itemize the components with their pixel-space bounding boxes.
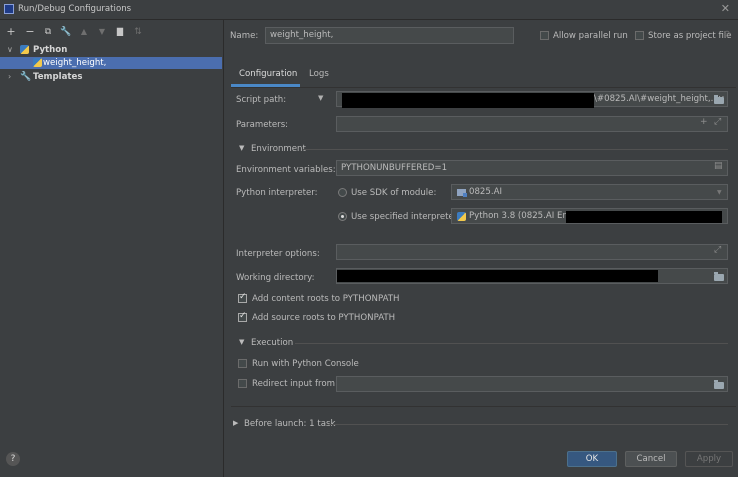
parameters-field[interactable]	[336, 116, 728, 132]
edit-env-icon[interactable]: ▤	[714, 161, 723, 171]
title-bar: Run/Debug Configurations ✕	[0, 0, 738, 20]
tree-python-group[interactable]: ∨ Python	[0, 44, 222, 56]
add-source-roots-label: Add source roots to PYTHONPATH	[252, 313, 396, 323]
sdk-module-value: 0825.AI	[469, 187, 503, 197]
dropdown-arrow-icon[interactable]: ▼	[318, 94, 323, 102]
add-content-roots-label: Add content roots to PYTHONPATH	[252, 294, 400, 304]
copy-icon[interactable]: ⧉	[42, 26, 54, 38]
interp-options-label: Interpreter options:	[236, 249, 320, 259]
before-launch-divider	[328, 424, 728, 425]
dropdown-arrow-icon[interactable]: ▼	[717, 189, 722, 196]
sdk-module-select[interactable]: 0825.AI	[451, 184, 728, 200]
name-field[interactable]: weight_height,	[265, 27, 514, 44]
folder-browse-icon[interactable]	[714, 380, 724, 389]
allow-parallel-checkbox[interactable]	[540, 31, 549, 40]
gear-icon[interactable]: ⚙	[723, 30, 731, 40]
parameters-label: Parameters:	[236, 120, 289, 130]
chevron-right-icon[interactable]: ▶	[233, 419, 238, 427]
redirect-input-checkbox[interactable]	[238, 379, 247, 388]
redaction-bar	[566, 211, 722, 223]
execution-section-title: Execution	[251, 338, 294, 348]
store-as-project-label: Store as project file	[648, 31, 732, 41]
app-icon	[4, 4, 14, 14]
tree-templates-group[interactable]: › 🔧 Templates	[0, 71, 222, 83]
use-specified-label: Use specified interpreter:	[351, 212, 461, 222]
chevron-down-icon[interactable]: ▼	[239, 338, 244, 346]
redaction-bar	[337, 270, 658, 282]
script-path-value: \#0825.AI\#weight_height,.py	[594, 94, 724, 104]
apply-button[interactable]: Apply	[685, 451, 733, 467]
environment-section-title: Environment	[251, 144, 306, 154]
chevron-down-icon[interactable]: ∨	[7, 44, 13, 56]
store-as-project-checkbox[interactable]	[635, 31, 644, 40]
run-with-console-checkbox[interactable]	[238, 359, 247, 368]
use-sdk-label: Use SDK of module:	[351, 188, 437, 198]
remove-icon[interactable]: −	[24, 26, 36, 38]
redirect-input-label: Redirect input from:	[252, 379, 338, 389]
folder-icon[interactable]: ▇	[114, 26, 126, 38]
add-parameter-icon[interactable]: +	[700, 117, 708, 127]
folder-browse-icon[interactable]	[714, 272, 724, 281]
use-sdk-radio[interactable]	[338, 188, 347, 197]
env-vars-label: Environment variables:	[236, 165, 336, 175]
chevron-down-icon[interactable]: ▼	[239, 144, 244, 152]
move-down-icon[interactable]: ▼	[96, 26, 108, 38]
before-launch-top-divider	[231, 406, 736, 407]
tree-python-label: Python	[33, 45, 68, 55]
move-up-icon[interactable]: ▲	[78, 26, 90, 38]
env-vars-value: PYTHONUNBUFFERED=1	[341, 163, 448, 173]
tab-logs[interactable]: Logs	[309, 69, 329, 79]
add-icon[interactable]: +	[5, 26, 17, 38]
tree-item-label: weight_height,	[43, 58, 107, 68]
module-icon	[457, 189, 467, 197]
wrench-icon: 🔧	[20, 72, 32, 82]
redirect-input-field[interactable]	[336, 376, 728, 392]
tree-templates-label: Templates	[33, 72, 83, 82]
ok-button[interactable]: OK	[567, 451, 617, 467]
execution-divider	[295, 343, 728, 344]
interpreter-value: Python 3.8 (0825.AI Env)	[469, 211, 577, 221]
name-label: Name:	[230, 31, 259, 41]
run-with-console-label: Run with Python Console	[252, 359, 359, 369]
python-icon	[457, 212, 466, 221]
python-file-icon	[33, 58, 42, 67]
python-icon	[20, 45, 29, 54]
before-launch-label[interactable]: Before launch: 1 task	[244, 419, 335, 429]
redaction-bar	[342, 93, 594, 108]
help-button[interactable]: ?	[6, 452, 20, 466]
allow-parallel-label: Allow parallel run	[553, 31, 628, 41]
working-dir-label: Working directory:	[236, 273, 315, 283]
folder-browse-icon[interactable]	[714, 95, 724, 104]
expand-icon[interactable]: ⤢	[714, 117, 721, 127]
use-specified-radio[interactable]	[338, 212, 347, 221]
chevron-right-icon[interactable]: ›	[8, 71, 11, 83]
env-vars-field[interactable]: PYTHONUNBUFFERED=1	[336, 160, 728, 176]
cancel-button[interactable]: Cancel	[625, 451, 677, 467]
close-icon[interactable]: ✕	[721, 2, 730, 15]
config-tree-panel: + − ⧉ 🔧 ▲ ▼ ▇ ⇅ ∨ Python weight_height, …	[0, 20, 224, 477]
tab-configuration[interactable]: Configuration	[239, 69, 297, 79]
name-value: weight_height,	[270, 30, 334, 40]
add-source-roots-checkbox[interactable]	[238, 311, 247, 322]
script-path-label: Script path:	[236, 95, 287, 105]
tree-item-weight-height[interactable]: weight_height,	[0, 57, 222, 69]
expand-icon[interactable]: ⤢	[714, 245, 721, 255]
add-content-roots-checkbox[interactable]	[238, 292, 247, 303]
sort-icon[interactable]: ⇅	[132, 26, 144, 38]
window-title: Run/Debug Configurations	[18, 4, 132, 14]
environment-divider	[303, 149, 728, 150]
interpreter-label: Python interpreter:	[236, 188, 318, 198]
wrench-icon[interactable]: 🔧	[60, 26, 72, 38]
interp-options-field[interactable]	[336, 244, 728, 260]
